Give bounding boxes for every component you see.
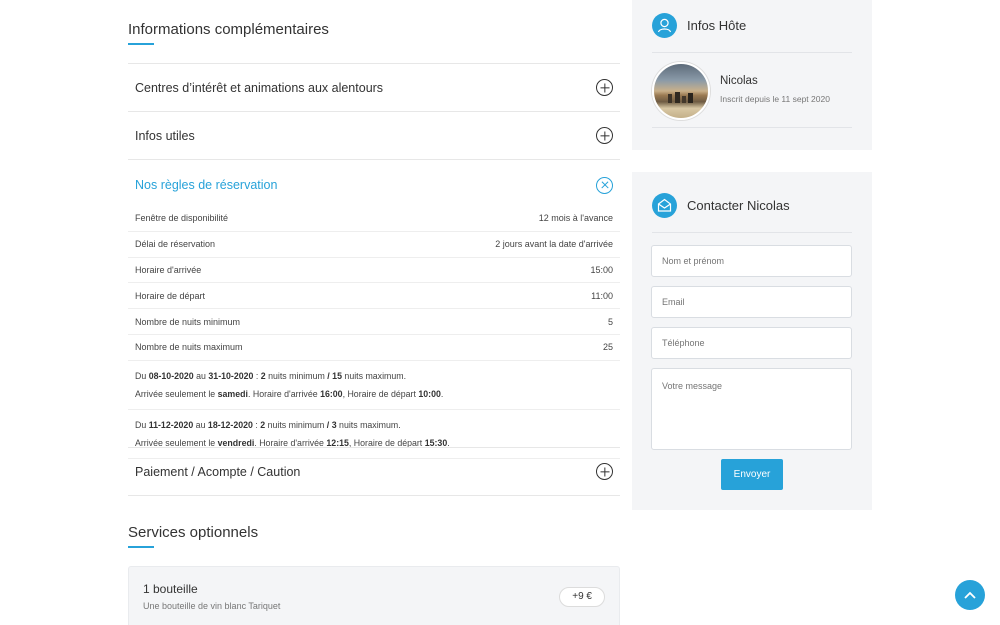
rule-row: Fenêtre de disponibilité 12 mois à l'ava… — [128, 206, 620, 232]
accordion-label: Centres d’intérêt et animations aux alen… — [135, 80, 384, 95]
rule-label: Horaire d'arrivée — [135, 264, 202, 275]
host-name[interactable]: Nicolas — [720, 75, 758, 87]
name-field[interactable] — [651, 245, 852, 277]
service-item[interactable]: 1 bouteille Une bouteille de vin blanc T… — [128, 566, 620, 625]
chevron-up-icon — [964, 591, 976, 599]
period-from: 08-10-2020 — [148, 370, 194, 381]
contact-panel: Contacter Nicolas Envoyer — [632, 172, 872, 510]
rule-value: 5 — [607, 316, 613, 327]
rule-label: Fenêtre de disponibilité — [135, 213, 229, 224]
period-min: 2 — [260, 419, 266, 430]
accordion-booking-rules[interactable]: Nos règles de réservation — [128, 159, 620, 210]
rule-row: Délai de réservation 2 jours avant la da… — [128, 232, 620, 258]
rule-label: Horaire de départ — [135, 290, 206, 301]
plus-circle-icon[interactable] — [596, 127, 613, 144]
host-panel-header: Infos Hôte — [652, 13, 746, 38]
accordion-interests[interactable]: Centres d’intérêt et animations aux alen… — [128, 63, 620, 111]
accordion-label: Infos utiles — [135, 128, 195, 143]
service-name: 1 bouteille — [143, 582, 198, 596]
booking-rules-table: Fenêtre de disponibilité 12 mois à l'ava… — [128, 206, 620, 459]
rule-label: Délai de réservation — [135, 239, 216, 250]
accordion-useful-info[interactable]: Infos utiles — [128, 111, 620, 159]
period-departure: 10:00 — [418, 388, 441, 399]
period-day: samedi — [217, 388, 248, 399]
rule-row: Horaire d'arrivée 15:00 — [128, 258, 620, 284]
period-from: 11-12-2020 — [148, 419, 194, 430]
host-panel-title: Infos Hôte — [687, 18, 747, 33]
period-max: 15 — [332, 370, 342, 381]
service-description: Une bouteille de vin blanc Tariquet — [143, 601, 281, 611]
service-price-badge[interactable]: +9 € — [559, 587, 605, 607]
email-field[interactable] — [651, 286, 852, 318]
scroll-top-button[interactable] — [955, 580, 985, 610]
period-rule: Du 08-10-2020 au 31-10-2020 : 2 nuits mi… — [128, 361, 620, 410]
period-arrival: 16:00 — [320, 388, 343, 399]
title-underline — [128, 43, 154, 45]
period-to: 18-12-2020 — [207, 419, 253, 430]
rule-value: 11:00 — [591, 290, 613, 301]
rule-row: Horaire de départ 11:00 — [128, 283, 620, 310]
period-max: 3 — [331, 419, 337, 430]
rule-value: 15:00 — [590, 264, 613, 275]
contact-panel-title: Contacter Nicolas — [687, 198, 790, 213]
message-field[interactable] — [651, 368, 852, 450]
rule-row: Nombre de nuits maximum 25 — [128, 335, 620, 361]
user-icon — [652, 13, 677, 38]
divider — [652, 232, 852, 233]
accordion-label: Nos règles de réservation — [135, 178, 278, 192]
rule-label: Nombre de nuits minimum — [135, 316, 241, 327]
rule-row: Nombre de nuits minimum 5 — [128, 309, 620, 335]
period-dates-line: Du 08-10-2020 au 31-10-2020 : 2 nuits mi… — [135, 370, 407, 381]
period-to: 31-10-2020 — [208, 370, 254, 381]
phone-field[interactable] — [651, 327, 852, 359]
close-circle-icon[interactable] — [596, 176, 613, 194]
plus-circle-icon[interactable] — [596, 79, 613, 96]
period-min: 2 — [260, 370, 266, 381]
contact-panel-header: Contacter Nicolas — [652, 193, 790, 218]
rule-value: 12 mois à l'avance — [538, 213, 613, 224]
host-since: Inscrit depuis le 11 sept 2020 — [720, 94, 830, 104]
divider — [652, 127, 852, 128]
plus-circle-icon[interactable] — [596, 463, 613, 480]
info-section-title: Informations complémentaires — [128, 21, 329, 38]
divider — [652, 52, 852, 53]
rule-value: 25 — [602, 342, 613, 353]
services-section-title: Services optionnels — [128, 524, 259, 541]
avatar — [652, 62, 710, 120]
accordion-label: Paiement / Acompte / Caution — [135, 464, 301, 479]
rule-value: 2 jours avant la date d'arrivée — [495, 239, 613, 250]
accordion-payment[interactable]: Paiement / Acompte / Caution — [128, 447, 620, 496]
period-dates-line: Du 11-12-2020 au 18-12-2020 : 2 nuits mi… — [135, 419, 401, 430]
period-times-line: Arrivée seulement le samedi. Horaire d'a… — [135, 388, 444, 399]
send-button[interactable]: Envoyer — [721, 459, 783, 490]
host-panel: Infos Hôte Nicolas Inscrit depuis le 11 … — [632, 0, 872, 150]
envelope-icon — [652, 193, 677, 218]
title-underline — [128, 546, 154, 548]
rule-label: Nombre de nuits maximum — [135, 342, 243, 353]
